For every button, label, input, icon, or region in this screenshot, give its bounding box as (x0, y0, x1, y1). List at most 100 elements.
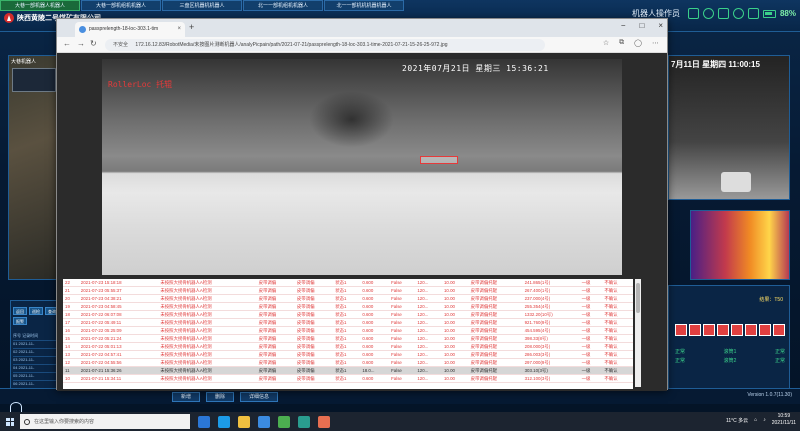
chrome-icon[interactable] (278, 415, 290, 428)
forward-arrow-icon[interactable]: → (77, 39, 85, 48)
weather-text[interactable]: 11°C 多云 (726, 417, 748, 424)
back-button[interactable]: 返回 (13, 307, 27, 315)
table-cell: 未按照大拐骨机器人A检测 (158, 279, 257, 287)
table-cell: False (389, 366, 416, 375)
list-item[interactable]: 04 2021-11- (13, 365, 59, 373)
back-arrow-icon[interactable]: ← (63, 39, 71, 48)
table-row[interactable]: 22 2021-07-23 15:18:18 未按照大拐骨机器人A检测 皮带调偏 皮带调… (63, 279, 633, 287)
score-text: 结果：T50 (759, 297, 783, 303)
table-cell: 120... (415, 279, 442, 287)
left-camera-feed[interactable]: 大巷机器人 (8, 55, 58, 280)
table-row[interactable]: 11 2021-07-21 15:36:26 未按照大拐骨机器人A检测 皮带调偏 皮带调… (63, 366, 633, 375)
delete-button[interactable]: 删除 (206, 392, 235, 402)
table-cell: 皮带调偏托辊 (468, 342, 523, 351)
table-cell: 状态1 (333, 334, 361, 343)
settings-icon[interactable] (717, 8, 729, 19)
user-icon[interactable] (732, 8, 744, 19)
start-button[interactable] (0, 412, 20, 431)
edge-browser-icon[interactable] (218, 415, 230, 428)
app-icon[interactable] (318, 415, 330, 428)
table-cell: 一级 (579, 366, 603, 375)
list-item[interactable]: 05 2021-11- (13, 373, 59, 381)
taskbar-search-input[interactable]: 在这里输入你要搜索的内容 (20, 414, 190, 429)
table-cell: 208.000(3号) (522, 342, 580, 351)
profile-icon[interactable]: ◯ (634, 39, 642, 47)
scrollbar-thumb[interactable] (636, 283, 640, 313)
bottom-button-group: 新增 删除 详细信息 (172, 392, 279, 402)
table-cell: 未按照大拐骨机器人A检测 (158, 310, 257, 319)
close-icon[interactable]: × (658, 21, 663, 30)
network-icon[interactable] (687, 8, 699, 19)
table-row[interactable]: 20 2021-07-23 04:38:21 未按照大拐骨机器人A检测 皮带调偏 皮带调… (63, 294, 633, 303)
new-tab-icon[interactable]: + (189, 22, 194, 32)
table-cell: 2021-07-23 15:18:18 (78, 279, 159, 287)
table-cell: 120... (415, 358, 442, 367)
camera-detection-label: RollerLoc 托辊 (108, 80, 173, 89)
table-cell: 皮带调偏 (294, 318, 334, 327)
table-cell: 10.00 (441, 358, 469, 367)
app-tab[interactable]: 北一一部机组机机器人 (243, 0, 323, 11)
app-tab[interactable]: 大巷一部机组机机器人 (81, 0, 161, 11)
list-item[interactable]: 03 2021-11- (13, 357, 59, 365)
table-row[interactable]: 13 2021-07-22 04:57:41 未按照大拐骨机器人A检测 皮带调偏 皮带调… (63, 350, 633, 359)
app-tab[interactable]: 三盘区机器机机器人 (162, 0, 242, 11)
table-cell: 皮带调偏 (256, 318, 295, 327)
table-cell: 10.00 (441, 326, 469, 335)
app-tab[interactable]: 北一一部机机机器机器人 (324, 0, 404, 11)
volume-icon[interactable]: ♪ (763, 417, 766, 423)
table-cell: False (389, 334, 416, 343)
table-cell: 皮带调偏 (256, 366, 295, 375)
table-row[interactable]: 12 2021-07-22 04:55:56 未按照大拐骨机器人A检测 皮带调偏 皮带调… (63, 358, 633, 367)
table-row[interactable]: 10 2021-07-21 15:34:11 未按照大拐骨机器人A检测 皮带调偏 皮带调… (63, 374, 633, 383)
list-item[interactable]: 01 2021-11- (13, 341, 59, 349)
details-button[interactable]: 详细信息 (240, 392, 279, 402)
minimize-icon[interactable]: − (621, 21, 626, 30)
table-cell: 未按照大拐骨机器人A检测 (158, 294, 257, 303)
thermal-camera-feed[interactable] (690, 210, 790, 280)
table-row[interactable]: 19 2021-07-23 04:58:45 未按照大拐骨机器人A检测 皮带调偏 皮带调… (63, 302, 633, 311)
list-item[interactable]: 02 2021-11- (13, 349, 59, 357)
right-camera-object (721, 172, 751, 192)
maximize-icon[interactable]: □ (639, 21, 644, 30)
robot-app-icon[interactable] (298, 415, 310, 428)
table-cell: 18.0... (360, 366, 390, 375)
camera-snapshot-image[interactable]: 2021年07月21日 星期三 15:36:21 RollerLoc 托辊 (102, 59, 622, 275)
network-tray-icon[interactable]: ⌂ (754, 417, 757, 423)
tab-close-icon[interactable]: × (177, 22, 181, 37)
add-button[interactable]: 新增 (172, 392, 201, 402)
collections-icon[interactable]: ⧉ (619, 39, 624, 47)
table-cell: 状态1 (333, 350, 361, 359)
table-cell: 不确认 (602, 318, 633, 327)
favorite-star-icon[interactable]: ☆ (603, 39, 609, 47)
table-cell: 未按照大拐骨机器人A检测 (158, 326, 257, 335)
more-menu-icon[interactable]: ⋯ (652, 39, 659, 47)
file-explorer-icon[interactable] (238, 415, 250, 428)
task-view-icon[interactable] (198, 415, 210, 428)
left-control-panel: 返回 巡检 查询 报警 序号 记录时间 01 2021-11- 02 2021-… (10, 300, 60, 400)
app-tab[interactable]: 大巷一部机器人机器人 (0, 0, 80, 11)
table-row[interactable]: 16 2021-07-22 05:25:09 未按照大拐骨机器人A检测 皮带调偏 皮带调… (63, 326, 633, 335)
table-cell: 10 (63, 374, 79, 383)
table-row[interactable]: 14 2021-07-22 05:01:13 未按照大拐骨机器人A检测 皮带调偏 皮带调… (63, 342, 633, 351)
battery-level: 88% (779, 9, 796, 18)
browser-tab[interactable]: passprelength-18-loc-303.1-tim × (75, 22, 185, 37)
url-input[interactable]: 不安全 172.16.12.83/RobotMedia/未按图片测断机器人/an… (105, 39, 545, 51)
browser-tab-bar: passprelength-18-loc-303.1-tim × + − □ × (57, 19, 667, 37)
table-cell: 状态1 (333, 286, 361, 295)
patrol-button[interactable]: 巡检 (29, 307, 43, 315)
monitor-icon[interactable] (747, 8, 759, 19)
table-cell: 一级 (579, 318, 603, 327)
table-scrollbar[interactable] (635, 279, 641, 387)
refresh-icon[interactable]: ↻ (90, 39, 97, 48)
table-cell: 状态1 (333, 366, 361, 375)
table-row[interactable]: 17 2021-07-22 05:49:11 未按照大拐骨机器人A检测 皮带调偏 皮带调… (63, 318, 633, 327)
store-icon[interactable] (258, 415, 270, 428)
table-row[interactable]: 21 2021-07-23 05:55:37 未按照大拐骨机器人A检测 皮带调偏 皮带调… (63, 286, 633, 295)
clock-icon[interactable] (702, 8, 714, 19)
system-clock[interactable]: 10:59 2021/11/11 (772, 413, 796, 427)
table-cell: 120... (415, 318, 442, 327)
table-row[interactable]: 15 2021-07-22 05:21:24 未按照大拐骨机器人A检测 皮带调偏 皮带调… (63, 334, 633, 343)
right-camera-feed[interactable]: 7月11日 星期四 11:00:15 (668, 55, 790, 200)
table-row[interactable]: 18 2021-07-22 06:07:08 未按照大拐骨机器人A检测 皮带调偏 皮带调… (63, 310, 633, 319)
alarm-button[interactable]: 报警 (13, 317, 27, 325)
